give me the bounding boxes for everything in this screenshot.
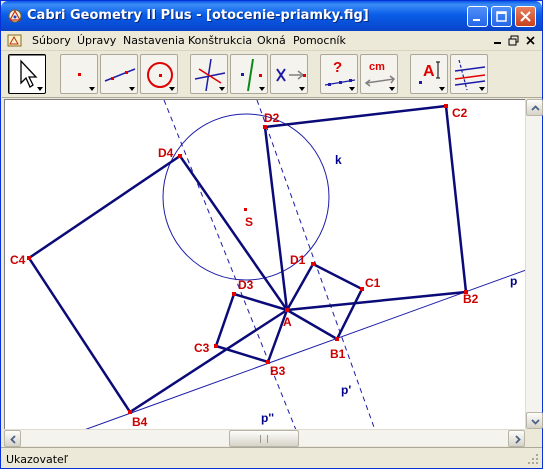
point-tool[interactable] xyxy=(60,54,98,94)
point-c2[interactable] xyxy=(444,104,448,108)
draw-tool[interactable] xyxy=(450,54,488,94)
scroll-grip-icon xyxy=(260,435,268,443)
svg-text:A: A xyxy=(423,63,435,80)
menu-konstrukcia[interactable]: Konštrukcia xyxy=(188,34,252,47)
chevron-down-icon xyxy=(531,419,540,425)
point-c4[interactable] xyxy=(27,256,31,260)
label-b2: B2 xyxy=(463,292,479,306)
square-a-b3-c3-d3[interactable] xyxy=(214,292,289,364)
label-d4: D4 xyxy=(158,146,174,160)
minimize-button[interactable] xyxy=(467,6,488,27)
line-tool[interactable] xyxy=(100,54,138,94)
status-text: Ukazovateľ xyxy=(6,453,68,466)
label-d1: D1 xyxy=(290,253,306,267)
scroll-down-button[interactable] xyxy=(526,412,543,429)
square-a-b1-c1-d1[interactable] xyxy=(285,262,364,341)
measure-tool[interactable]: cm xyxy=(360,54,398,94)
label-b4: B4 xyxy=(132,415,148,429)
window-title: Cabri Geometry II Plus - [otocenie-priam… xyxy=(27,8,369,23)
chevron-left-icon xyxy=(10,435,16,444)
menu-subory[interactable]: Súbory xyxy=(32,34,71,47)
transform-tool[interactable] xyxy=(230,54,268,94)
menu-bar: Súbory Úpravy Nastavenia Konštrukcia Okn… xyxy=(1,31,542,51)
check-property-tool[interactable]: ? xyxy=(320,54,358,94)
resize-grip-icon[interactable] xyxy=(527,453,539,465)
label-k: k xyxy=(335,153,342,167)
chevron-up-icon xyxy=(531,105,540,111)
pointer-tool[interactable] xyxy=(8,54,46,94)
title-bar[interactable]: Cabri Geometry II Plus - [otocenie-priam… xyxy=(1,1,542,31)
horizontal-scrollbar[interactable] xyxy=(4,429,525,447)
scroll-right-button[interactable] xyxy=(508,430,525,447)
maximize-icon xyxy=(496,11,507,22)
doc-restore-icon[interactable] xyxy=(507,34,521,47)
chevron-right-icon xyxy=(515,435,521,444)
label-p: p xyxy=(510,274,517,288)
status-bar: Ukazovateľ xyxy=(1,447,542,468)
label-a: A xyxy=(283,315,292,329)
doc-minimize-icon[interactable] xyxy=(491,34,505,47)
svg-text:cm: cm xyxy=(369,61,385,73)
close-icon xyxy=(520,11,531,22)
point-a[interactable] xyxy=(285,308,289,312)
label-d2: D2 xyxy=(264,111,280,125)
toolbar: ? cm A xyxy=(2,52,542,98)
menu-nastavenia[interactable]: Nastavenia xyxy=(123,34,185,47)
point-b4[interactable] xyxy=(128,410,132,414)
label-c2: C2 xyxy=(452,106,468,120)
cabri-app-icon[interactable] xyxy=(7,8,23,24)
maximize-button[interactable] xyxy=(491,6,512,27)
menu-upravy[interactable]: Úpravy xyxy=(77,34,116,47)
close-button[interactable] xyxy=(515,6,536,27)
svg-text:?: ? xyxy=(333,59,342,76)
vertical-scrollbar[interactable] xyxy=(525,99,543,429)
point-d3[interactable] xyxy=(232,292,236,296)
drawing-canvas[interactable]: A S B1 B2 B3 B4 C1 C2 C3 C4 D1 D2 D3 D4 xyxy=(4,99,525,429)
scroll-left-button[interactable] xyxy=(4,430,21,447)
display-tool[interactable]: A xyxy=(410,54,448,94)
construct-tool[interactable] xyxy=(190,54,228,94)
label-b3: B3 xyxy=(270,364,286,378)
label-b1: B1 xyxy=(330,347,346,361)
point-c3[interactable] xyxy=(214,344,218,348)
menu-okna[interactable]: Okná xyxy=(257,34,286,47)
minimize-icon xyxy=(473,19,480,21)
label-d3: D3 xyxy=(238,278,254,292)
label-p-double-prime: p'' xyxy=(261,411,274,425)
scrollbar-corner xyxy=(525,429,542,446)
scroll-up-button[interactable] xyxy=(526,99,543,116)
macro-tool[interactable] xyxy=(270,54,308,94)
point-c1[interactable] xyxy=(360,287,364,291)
point-d1[interactable] xyxy=(311,262,315,266)
curve-tool[interactable] xyxy=(140,54,178,94)
point-s[interactable] xyxy=(244,208,247,211)
label-c3: C3 xyxy=(194,341,210,355)
document-icon[interactable] xyxy=(7,33,23,48)
line-p-double-prime[interactable] xyxy=(163,100,297,429)
label-s: S xyxy=(245,215,253,229)
point-d4[interactable] xyxy=(178,154,182,158)
horizontal-scroll-thumb[interactable] xyxy=(229,430,299,447)
doc-close-icon[interactable] xyxy=(524,34,538,47)
menu-pomocnik[interactable]: Pomocník xyxy=(293,34,346,47)
label-c1: C1 xyxy=(365,276,381,290)
point-d2[interactable] xyxy=(263,125,267,129)
label-p-prime: p' xyxy=(341,383,351,397)
label-c4: C4 xyxy=(10,253,26,267)
application-window: Cabri Geometry II Plus - [otocenie-priam… xyxy=(0,0,543,469)
point-b1[interactable] xyxy=(335,337,339,341)
